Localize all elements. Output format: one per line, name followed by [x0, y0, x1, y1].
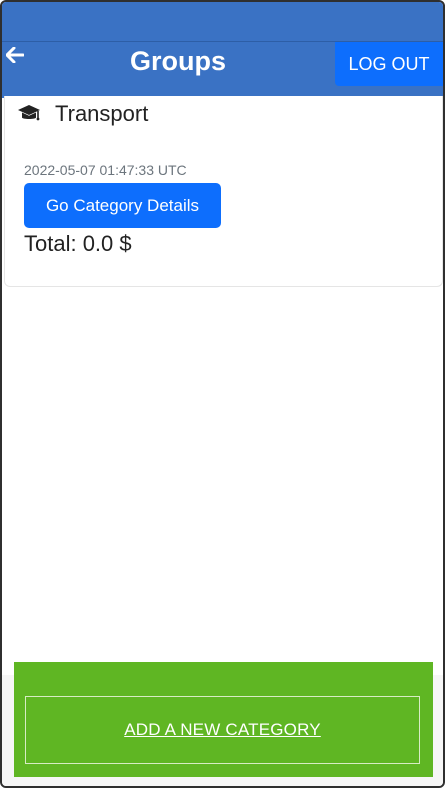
category-name: Transport — [55, 101, 149, 126]
add-category-label[interactable]: ADD A NEW CATEGORY — [124, 720, 321, 740]
page-title: Groups — [129, 46, 226, 76]
graduation-cap-icon — [18, 105, 40, 121]
category-card: Transport 2022-05-07 01:47:33 UTC Go Cat… — [4, 96, 443, 287]
top-bar — [2, 2, 443, 42]
header-bar: Groups LOG OUT — [2, 42, 443, 98]
category-total: Total: 0.0 $ — [24, 231, 132, 256]
add-category-button-border: ADD A NEW CATEGORY — [25, 696, 420, 764]
add-category-button[interactable]: ADD A NEW CATEGORY — [14, 662, 433, 777]
category-header: Transport — [17, 99, 148, 129]
category-timestamp: 2022-05-07 01:47:33 UTC — [24, 162, 187, 178]
logout-button[interactable]: LOG OUT — [335, 42, 443, 86]
app-frame: Groups LOG OUT Transport 2022-05-07 01:4… — [0, 0, 445, 788]
go-category-details-button[interactable]: Go Category Details — [24, 183, 221, 228]
